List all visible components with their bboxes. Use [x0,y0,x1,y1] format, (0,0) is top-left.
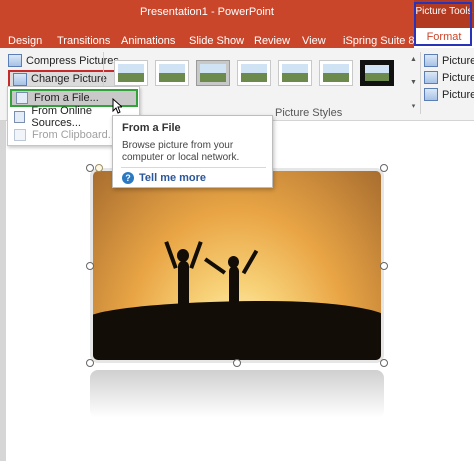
clipboard-icon [14,129,26,141]
tooltip-divider [121,167,266,168]
scroll-down-icon[interactable]: ▼ [410,79,417,86]
resize-handle-se[interactable] [380,359,388,367]
more-icon[interactable]: ▾ [412,102,416,110]
picture-border-icon [424,54,438,67]
picture-commands: Picture B Picture E Picture L [424,54,474,105]
picture-figure-right [229,266,239,312]
tab-view[interactable]: View [302,32,326,47]
picture-figure-right-arm2 [241,249,259,275]
globe-icon [14,111,26,123]
picture-style-6[interactable] [319,60,353,86]
picture-reflection [90,370,384,418]
resize-handle-s[interactable] [233,359,241,367]
tab-design[interactable]: Design [8,32,42,47]
picture-figure-right-head [228,256,239,268]
tab-ispring[interactable]: iSpring Suite 8 [343,32,415,47]
picture-style-1[interactable] [114,60,148,86]
picture-style-2[interactable] [155,60,189,86]
change-picture-label: Change Picture [31,73,107,85]
tell-me-more-label: Tell me more [139,172,207,184]
menu-item-label: From Clipboard... [32,129,117,141]
picture-style-7[interactable] [360,60,394,86]
folder-icon [16,92,28,104]
tab-review[interactable]: Review [254,32,290,47]
picture-figure-left-arm [164,241,178,269]
picture-layout-icon [424,88,438,101]
picture-layout-button[interactable]: Picture L [424,88,474,101]
picture-style-3[interactable] [196,60,230,86]
picture-effects-icon [424,71,438,84]
picture-style-5[interactable] [278,60,312,86]
picture-styles-label: Picture Styles [275,107,343,119]
resize-handle-sw[interactable] [86,359,94,367]
picture-tools-highlight [414,2,472,46]
tab-animations[interactable]: Animations [121,32,175,47]
menu-item-label: From a File... [34,92,99,104]
picture-styles-gallery [114,60,394,86]
divider [420,52,421,114]
sunset-picture[interactable] [90,168,384,363]
scroll-up-icon[interactable]: ▲ [410,56,417,63]
help-icon: ? [122,172,134,184]
tab-transitions[interactable]: Transitions [57,32,110,47]
picture-figure-left [178,261,189,313]
resize-handle-e[interactable] [380,262,388,270]
picture-effects-label: Picture E [442,71,474,84]
picture-figure-left-head [177,249,189,262]
picture-effects-button[interactable]: Picture E [424,71,474,84]
tooltip: From a File Browse picture from your com… [112,115,273,188]
window-title: Presentation1 - PowerPoint [140,6,274,18]
rotation-handle[interactable] [95,164,103,172]
mouse-cursor-icon [112,98,122,114]
picture-figure-left-arm2 [189,241,203,269]
picture-border-button[interactable]: Picture B [424,54,474,67]
compress-label: Compress Pictures [26,54,119,67]
resize-handle-nw[interactable] [86,164,94,172]
tab-slide-show[interactable]: Slide Show [189,32,244,47]
tell-me-more-link[interactable]: ? Tell me more [122,172,206,184]
picture-layout-label: Picture L [442,88,474,101]
tooltip-title: From a File [122,122,181,134]
picture-figure-right-arm [204,257,226,275]
title-bar: Presentation1 - PowerPoint Design Transi… [0,0,474,48]
tooltip-description: Browse picture from your computer or loc… [122,140,240,163]
compress-icon [8,54,22,67]
resize-handle-w[interactable] [86,262,94,270]
resize-handle-ne[interactable] [380,164,388,172]
change-picture-icon [13,72,27,86]
picture-border-label: Picture B [442,54,474,67]
picture-style-4[interactable] [237,60,271,86]
gallery-scroll[interactable]: ▲ ▼ ▾ [409,56,418,110]
